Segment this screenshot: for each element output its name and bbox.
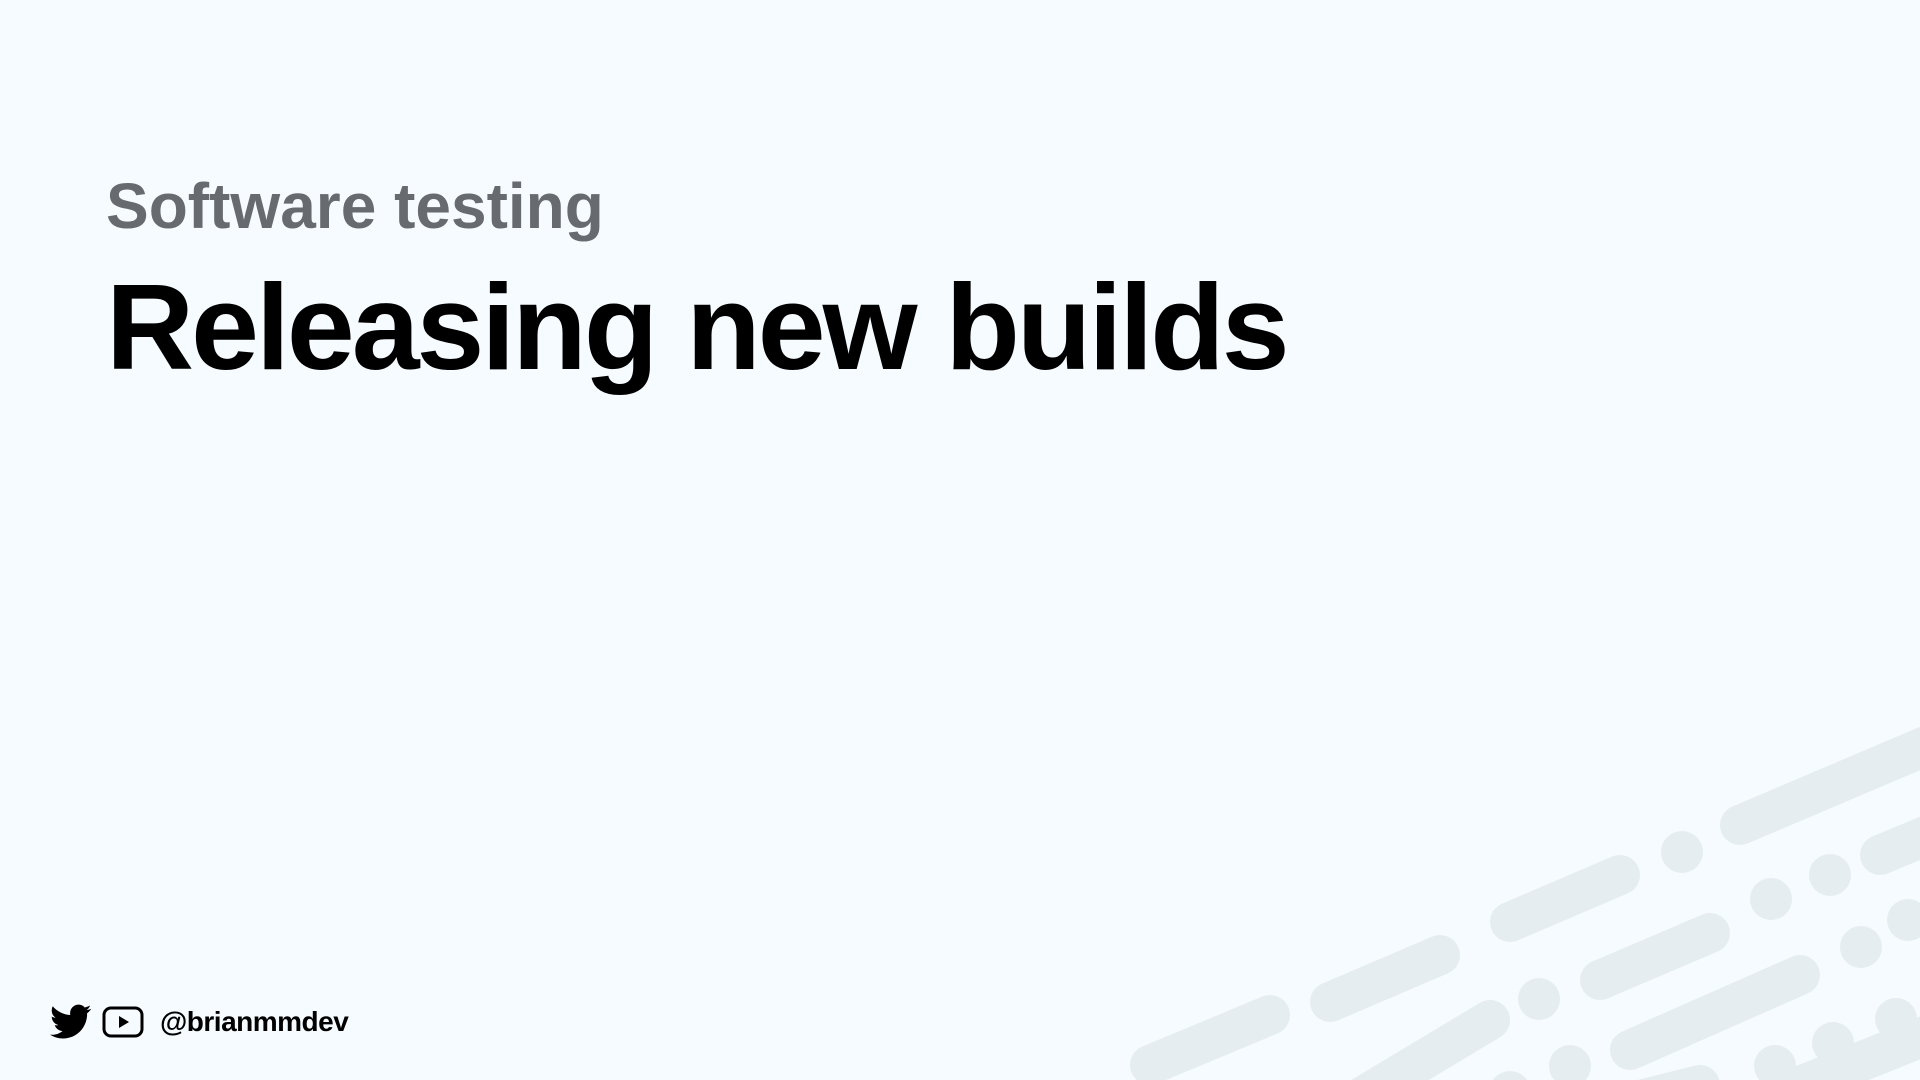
youtube-icon[interactable] bbox=[102, 1006, 144, 1038]
slide: Software testing Releasing new builds @b… bbox=[0, 0, 1920, 1080]
twitter-icon[interactable] bbox=[50, 1004, 92, 1040]
social-handle: @brianmmdev bbox=[160, 1006, 349, 1037]
background-decoration bbox=[1130, 726, 1920, 1080]
footer: @brianmmdev bbox=[50, 1000, 349, 1044]
